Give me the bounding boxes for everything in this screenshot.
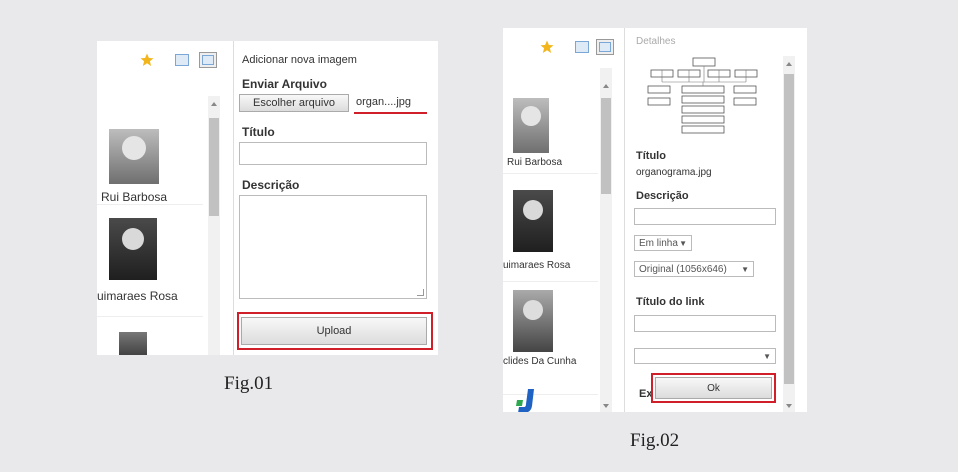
- portrait-thumbnail: [119, 332, 147, 355]
- details-scrollbar[interactable]: [783, 56, 795, 412]
- description-textarea[interactable]: [239, 195, 427, 299]
- scroll-thumb[interactable]: [601, 98, 611, 194]
- choose-file-button[interactable]: Escolher arquivo: [239, 94, 349, 112]
- scrollbar[interactable]: [600, 68, 612, 412]
- person-name: Rui Barbosa: [507, 157, 563, 168]
- portrait-thumbnail: [513, 98, 549, 153]
- portrait-thumbnail: [109, 218, 157, 280]
- portrait-thumbnail: [513, 290, 553, 352]
- dropdown-arrow-icon: ▼: [741, 264, 749, 274]
- list-view-icon[interactable]: [175, 54, 189, 66]
- size-select[interactable]: Original (1056x646) ▼: [634, 261, 754, 277]
- list-item-photo[interactable]: Rui Barbosa: [503, 68, 598, 174]
- scroll-thumb[interactable]: [209, 118, 219, 216]
- image-list: Rui Barbosa uimaraes Rosa clides Da Cunh…: [503, 68, 613, 412]
- dropdown-arrow-icon: ▼: [679, 238, 687, 248]
- description-label: Descrição: [242, 178, 300, 192]
- title-label: Título: [636, 150, 666, 162]
- star-icon[interactable]: [140, 53, 154, 67]
- logo-icon: [515, 388, 537, 412]
- portrait-thumbnail: [109, 129, 159, 184]
- title-label: Título: [242, 125, 275, 139]
- scroll-thumb[interactable]: [784, 74, 794, 384]
- description-input[interactable]: [634, 208, 776, 225]
- star-icon[interactable]: [540, 40, 554, 54]
- resize-handle-icon[interactable]: [417, 289, 424, 296]
- scroll-down-arrow[interactable]: [786, 404, 792, 408]
- image-list: Rui Barbosa uimaraes Rosa: [97, 96, 220, 355]
- size-select-value: Original (1056x646): [639, 263, 727, 275]
- link-title-input[interactable]: [634, 315, 776, 332]
- panel-header: Adicionar nova imagem: [242, 54, 357, 66]
- fig2-window: Rui Barbosa uimaraes Rosa clides Da Cunh…: [503, 28, 807, 412]
- person-name: uimaraes Rosa: [503, 260, 571, 271]
- fig1-caption: Fig.01: [224, 373, 274, 394]
- scrollbar[interactable]: [208, 96, 220, 355]
- alignment-select-value: Em linha: [639, 237, 678, 249]
- dropdown-arrow-icon: ▼: [763, 351, 771, 361]
- panel-divider: [233, 41, 234, 355]
- selected-file-name: organ....jpg: [356, 96, 412, 108]
- upload-button[interactable]: Upload: [241, 317, 427, 345]
- fig2-caption: Fig.02: [630, 430, 680, 451]
- list-item-photo[interactable]: uimaraes Rosa: [503, 176, 598, 282]
- alignment-select[interactable]: Em linha ▼: [634, 235, 692, 251]
- panel-divider: [624, 28, 625, 412]
- file-name-underline: [354, 112, 427, 114]
- title-value: organograma.jpg: [636, 167, 712, 178]
- image-preview: [646, 56, 761, 136]
- grid-view-icon[interactable]: [199, 52, 217, 68]
- description-label: Descrição: [636, 190, 689, 202]
- person-name: uimaraes Rosa: [97, 289, 178, 303]
- panel-header: Detalhes: [636, 36, 676, 47]
- upload-label: Enviar Arquivo: [242, 77, 327, 91]
- grid-view-icon[interactable]: [596, 39, 614, 55]
- fig1-window: Rui Barbosa uimaraes Rosa Adicionar nova…: [97, 41, 438, 355]
- list-view-icon[interactable]: [575, 41, 589, 53]
- scroll-down-arrow[interactable]: [603, 404, 609, 408]
- list-item-photo[interactable]: [97, 318, 203, 355]
- list-item-photo[interactable]: uimaraes Rosa: [97, 206, 203, 317]
- list-item-photo[interactable]: Rui Barbosa: [97, 96, 203, 205]
- scroll-up-arrow[interactable]: [211, 102, 217, 106]
- person-name: Rui Barbosa: [101, 190, 168, 204]
- person-name: clides Da Cunha: [503, 356, 577, 367]
- link-title-label: Título do link: [636, 296, 705, 308]
- scroll-up-arrow[interactable]: [603, 84, 609, 88]
- ok-button[interactable]: Ok: [655, 377, 772, 399]
- link-select[interactable]: ▼: [634, 348, 776, 364]
- list-item-photo[interactable]: clides Da Cunha: [503, 284, 598, 395]
- portrait-thumbnail: [513, 190, 553, 252]
- title-input[interactable]: [239, 142, 427, 165]
- scroll-up-arrow[interactable]: [786, 62, 792, 66]
